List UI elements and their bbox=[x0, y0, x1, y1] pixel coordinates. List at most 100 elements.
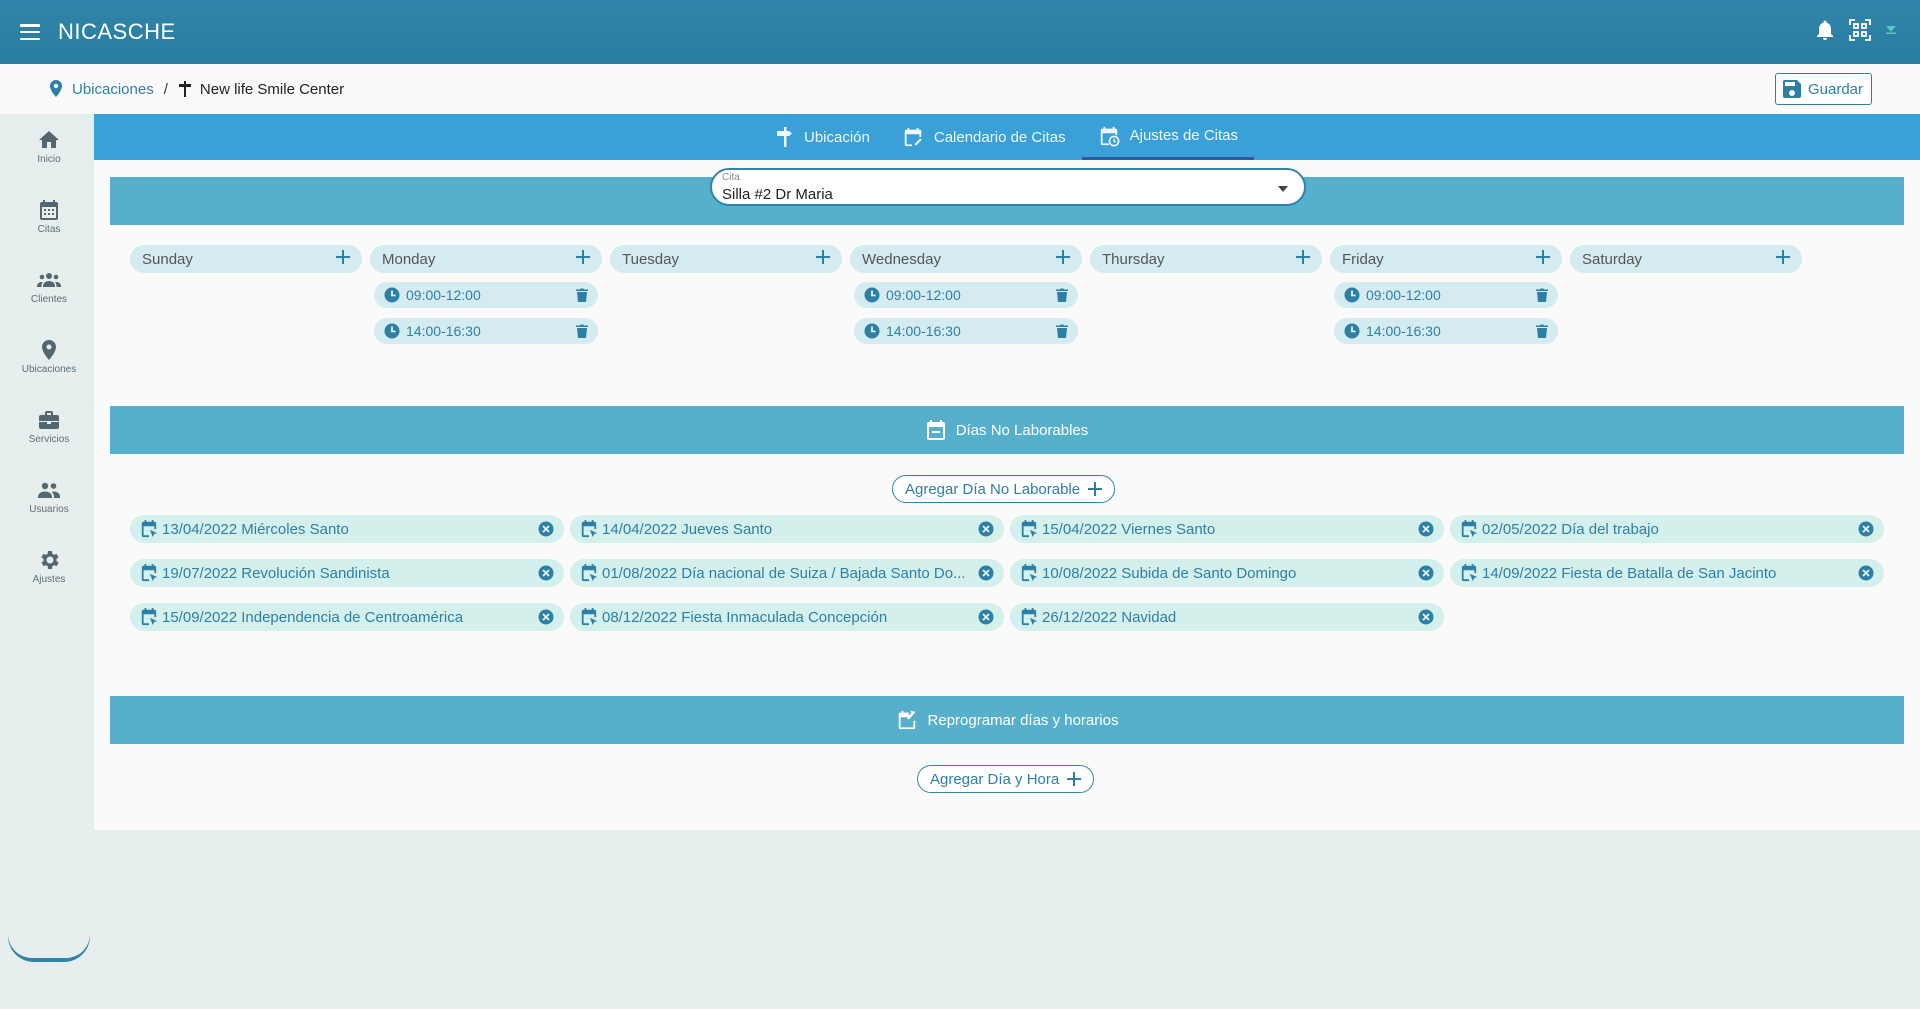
trash-icon[interactable] bbox=[1056, 324, 1068, 338]
home-icon bbox=[39, 131, 59, 148]
calendar-event-icon bbox=[1020, 608, 1038, 626]
remove-icon[interactable] bbox=[978, 565, 994, 581]
remove-icon[interactable] bbox=[1418, 565, 1434, 581]
day-column: Tuesday bbox=[610, 245, 842, 273]
remove-icon[interactable] bbox=[978, 609, 994, 625]
save-button-label: Guardar bbox=[1807, 80, 1863, 98]
plus-icon bbox=[1067, 772, 1082, 786]
non-working-day-chip: 19/07/2022 Revolución Sandinista bbox=[130, 559, 564, 587]
remove-icon[interactable] bbox=[538, 565, 554, 581]
tab-label: Ajustes de Citas bbox=[1129, 127, 1238, 144]
sidebar-item-label: Inicio bbox=[37, 154, 61, 165]
sidebar: Inicio Citas Clientes Ubicaciones Servic… bbox=[8, 114, 90, 962]
non-working-day-chip: 14/09/2022 Fiesta de Batalla de San Jaci… bbox=[1450, 559, 1884, 587]
day-column: Sunday bbox=[130, 245, 362, 273]
time-slot: 09:00-12:00 bbox=[854, 282, 1078, 308]
group-icon bbox=[37, 273, 61, 287]
menu-icon[interactable] bbox=[20, 24, 40, 40]
sidebar-item-inicio[interactable]: Inicio bbox=[8, 128, 90, 165]
sidebar-item-ajustes[interactable]: Ajustes bbox=[8, 548, 90, 585]
add-slot-plus-icon[interactable] bbox=[1536, 250, 1550, 268]
day-header: Monday bbox=[370, 245, 602, 273]
trash-icon[interactable] bbox=[576, 324, 588, 338]
calendar-event-icon bbox=[580, 564, 598, 582]
save-button[interactable]: Guardar bbox=[1774, 73, 1872, 105]
remove-icon[interactable] bbox=[538, 521, 554, 537]
cita-select[interactable]: Cita Silla #2 Dr Maria bbox=[710, 168, 1306, 206]
sidebar-item-ubicaciones[interactable]: Ubicaciones bbox=[8, 338, 90, 375]
bell-icon[interactable] bbox=[1816, 20, 1834, 40]
time-slot-label: 14:00-16:30 bbox=[886, 323, 961, 339]
dropdown-arrow-icon bbox=[1278, 186, 1288, 192]
add-non-working-day-label: Agregar Día No Laborable bbox=[905, 480, 1081, 498]
add-slot-plus-icon[interactable] bbox=[1776, 250, 1790, 268]
calendar-event-icon bbox=[1020, 564, 1038, 582]
trash-icon[interactable] bbox=[1536, 288, 1548, 302]
users-icon bbox=[38, 482, 60, 498]
remove-icon[interactable] bbox=[1858, 521, 1874, 537]
calendar-event-icon bbox=[1020, 520, 1038, 538]
day-column: Friday bbox=[1330, 245, 1562, 273]
time-slot-label: 09:00-12:00 bbox=[406, 287, 481, 303]
add-slot-plus-icon[interactable] bbox=[1296, 250, 1310, 268]
tab-ajustes-de-citas[interactable]: Ajustes de Citas bbox=[1081, 114, 1254, 160]
tab-label: Ubicación bbox=[803, 128, 870, 146]
sidebar-item-usuarios[interactable]: Usuarios bbox=[8, 478, 90, 515]
sidebar-item-label: Ajustes bbox=[32, 574, 66, 585]
add-non-working-day-button[interactable]: Agregar Día No Laborable bbox=[892, 475, 1116, 503]
remove-icon[interactable] bbox=[1858, 565, 1874, 581]
breadcrumb-separator: / bbox=[163, 80, 168, 98]
sidebar-item-servicios[interactable]: Servicios bbox=[8, 408, 90, 445]
sidebar-item-clientes[interactable]: Clientes bbox=[8, 268, 90, 305]
sidebar-footer-inner bbox=[8, 928, 90, 958]
non-working-days-header: Días No Laborables bbox=[110, 406, 1904, 454]
non-working-day-label: 14/04/2022 Jueves Santo bbox=[602, 520, 773, 538]
calendar-edit-icon bbox=[904, 127, 922, 147]
non-working-day-chip: 08/12/2022 Fiesta Inmaculada Concepción bbox=[570, 603, 1004, 631]
day-column: Saturday bbox=[1570, 245, 1802, 273]
time-slot: 14:00-16:30 bbox=[374, 318, 598, 344]
qr-scan-icon[interactable] bbox=[1848, 18, 1872, 42]
remove-icon[interactable] bbox=[1418, 521, 1434, 537]
breadcrumb-link-ubicaciones[interactable]: Ubicaciones bbox=[72, 81, 154, 98]
cita-select-label: Cita bbox=[722, 172, 740, 183]
add-slot-plus-icon[interactable] bbox=[576, 250, 590, 268]
calendar-event-icon bbox=[580, 608, 598, 626]
calendar-clock-icon bbox=[1100, 126, 1120, 146]
reschedule-title: Reprogramar días y horarios bbox=[927, 711, 1119, 729]
day-header: Friday bbox=[1330, 245, 1562, 273]
add-slot-plus-icon[interactable] bbox=[816, 250, 830, 268]
sidebar-item-label: Clientes bbox=[30, 294, 68, 305]
chevron-down-icon[interactable] bbox=[1886, 26, 1896, 34]
calendar-event-icon bbox=[1460, 564, 1478, 582]
trash-icon[interactable] bbox=[1536, 324, 1548, 338]
tab-ubicacion[interactable]: Ubicación bbox=[760, 114, 886, 160]
sidebar-item-label: Usuarios bbox=[29, 504, 69, 515]
time-slot-label: 09:00-12:00 bbox=[1366, 287, 1441, 303]
trash-icon[interactable] bbox=[576, 288, 588, 302]
day-name: Tuesday bbox=[622, 250, 679, 268]
remove-icon[interactable] bbox=[1418, 609, 1434, 625]
non-working-day-label: 14/09/2022 Fiesta de Batalla de San Jaci… bbox=[1482, 564, 1777, 582]
day-column: Monday bbox=[370, 245, 602, 273]
remove-icon[interactable] bbox=[978, 521, 994, 537]
non-working-day-label: 01/08/2022 Día nacional de Suiza / Bajad… bbox=[602, 564, 966, 582]
calendar-event-icon bbox=[140, 520, 158, 538]
tab-calendario-de-citas[interactable]: Calendario de Citas bbox=[886, 114, 1082, 160]
calendar-event-icon bbox=[140, 564, 158, 582]
briefcase-icon bbox=[39, 411, 59, 429]
non-working-day-label: 26/12/2022 Navidad bbox=[1042, 608, 1177, 626]
day-name: Monday bbox=[382, 250, 436, 268]
location-pin-icon bbox=[50, 80, 62, 97]
clock-icon bbox=[384, 287, 400, 303]
sidebar-item-citas[interactable]: Citas bbox=[8, 198, 90, 235]
remove-icon[interactable] bbox=[538, 609, 554, 625]
day-name: Wednesday bbox=[862, 250, 941, 268]
location-icon bbox=[42, 340, 56, 360]
add-day-and-time-button[interactable]: Agregar Día y Hora bbox=[917, 765, 1095, 793]
add-slot-plus-icon[interactable] bbox=[1056, 250, 1070, 268]
trash-icon[interactable] bbox=[1056, 288, 1068, 302]
time-slot: 14:00-16:30 bbox=[1334, 318, 1558, 344]
time-slot: 09:00-12:00 bbox=[374, 282, 598, 308]
add-slot-plus-icon[interactable] bbox=[336, 250, 350, 268]
